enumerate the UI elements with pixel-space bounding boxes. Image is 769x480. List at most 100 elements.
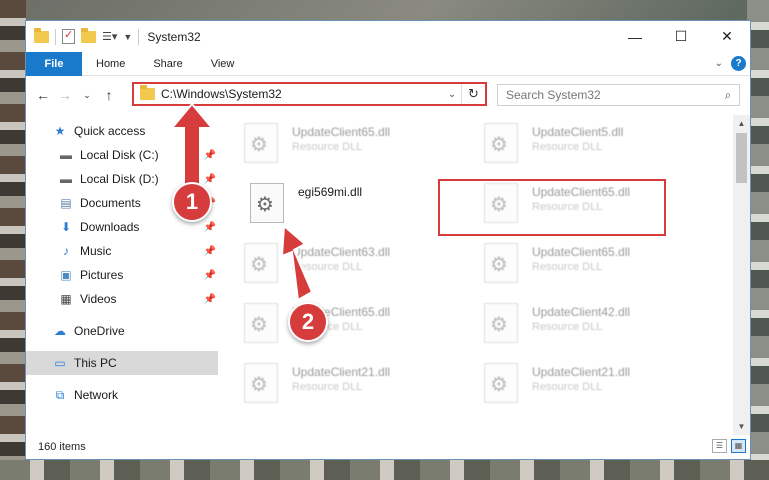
sidebar-item-quick-access[interactable]: ★ Quick access [26, 119, 220, 143]
sidebar-item-label: Music [80, 244, 112, 258]
sidebar-item-label: Videos [80, 292, 117, 306]
view-toggle: ☰ ▦ [712, 439, 746, 453]
file-name: egi569mi.dll [298, 185, 363, 199]
window-controls: — ☐ ✕ [612, 21, 750, 52]
file-item[interactable]: UpdateClient65.dll Resource DLL [484, 243, 704, 293]
computer-icon: ▭ [54, 356, 66, 370]
expand-ribbon-icon[interactable]: ⌄ [715, 58, 723, 69]
file-type: Resource DLL [532, 321, 603, 333]
sidebar-item-label: Local Disk (D:) [80, 172, 159, 186]
file-list: UpdateClient65.dll Resource DLL UpdateCli… [220, 115, 750, 435]
file-type: Resource DLL [292, 261, 363, 273]
sidebar-item-onedrive[interactable]: ☁ OneDrive [26, 319, 220, 343]
customize-toolbar-icon[interactable]: ☰▾ [102, 30, 117, 43]
divider [55, 28, 56, 45]
sidebar-item-label: Downloads [80, 220, 140, 234]
sidebar-item-this-pc[interactable]: ▭ This PC [26, 351, 218, 375]
videos-icon: ▦ [60, 292, 72, 306]
file-item[interactable]: UpdateClient65.dllResource DLL [244, 123, 464, 173]
title-bar: ☰▾ ▼ System32 — ☐ ✕ [26, 21, 750, 52]
sidebar-item-pictures[interactable]: ▣ Pictures 📌 [26, 263, 220, 287]
address-bar[interactable]: C:\Windows\System32 ⌄ ↻ [132, 82, 487, 106]
drive-icon: ▬ [60, 172, 72, 186]
file-item[interactable]: UpdateClient21.dll Resource DLL [484, 363, 704, 413]
sidebar-item-label: Documents [80, 196, 141, 210]
cloud-icon: ☁ [54, 324, 66, 338]
ribbon-right-controls: ⌄ ? [715, 56, 746, 71]
large-icons-view-icon[interactable]: ▦ [731, 439, 746, 453]
scroll-thumb[interactable] [736, 133, 747, 183]
dll-file-icon [250, 183, 284, 223]
desktop-background-left [0, 0, 26, 480]
file-name: UpdateClient65.dll [532, 245, 631, 259]
sidebar-item-videos[interactable]: ▦ Videos 📌 [26, 287, 220, 311]
up-arrow-icon[interactable]: ↑ [98, 87, 120, 103]
desktop-background-bottom [0, 460, 769, 480]
file-name: UpdateClient5.dll [532, 125, 624, 139]
dll-file-icon [244, 123, 278, 163]
window-title: System32 [147, 29, 201, 44]
file-name: UpdateClient21.dll [532, 365, 631, 379]
explorer-body: ★ Quick access ▬ Local Disk (C:) 📌 ▬ Loc… [26, 115, 750, 435]
pictures-icon: ▣ [60, 268, 72, 282]
quick-access-toolbar: ☰▾ ▼ [26, 21, 140, 52]
scroll-down-icon[interactable]: ▼ [733, 418, 750, 435]
item-count: 160 items [38, 441, 86, 453]
sidebar-item-label: Pictures [80, 268, 124, 282]
tab-share[interactable]: Share [139, 52, 196, 76]
address-path[interactable]: C:\Windows\System32 [161, 87, 443, 101]
file-name: UpdateClient21.dll [292, 365, 391, 379]
refresh-icon[interactable]: ↻ [461, 84, 485, 104]
file-type: Resource DLL [292, 141, 363, 153]
tab-view[interactable]: View [197, 52, 249, 76]
recent-locations-icon[interactable]: ⌄ [76, 90, 98, 101]
file-type: Resource DLL [292, 381, 363, 393]
close-button[interactable]: ✕ [704, 21, 750, 52]
search-box[interactable]: Search System32 ⌕ [497, 84, 740, 106]
file-item[interactable]: UpdateClient63.dll Resource DLL [244, 243, 464, 293]
tab-file[interactable]: File [26, 51, 82, 76]
search-icon[interactable]: ⌕ [717, 88, 739, 103]
pin-icon[interactable]: 📌 [204, 150, 216, 161]
toolbar-dropdown-icon[interactable]: ▼ [123, 32, 132, 42]
file-type: Resource DLL [532, 261, 603, 273]
back-arrow-icon[interactable]: ← [32, 87, 54, 103]
pin-icon[interactable]: 📌 [204, 246, 216, 257]
sidebar-item-music[interactable]: ♪ Music 📌 [26, 239, 220, 263]
pin-icon[interactable]: 📌 [204, 270, 216, 281]
file-item-egi569mi[interactable]: egi569mi.dll [250, 183, 470, 233]
file-highlight-box [438, 179, 666, 236]
properties-icon[interactable] [62, 28, 75, 44]
chevron-down-icon[interactable]: ⌄ [443, 89, 461, 100]
sidebar-item-network[interactable]: ⧉ Network [26, 383, 220, 407]
forward-arrow-icon[interactable]: → [54, 87, 76, 103]
sidebar-item-label: This PC [74, 356, 117, 370]
folder-icon [140, 85, 155, 100]
maximize-button[interactable]: ☐ [658, 21, 704, 52]
status-bar: 160 items ☰ ▦ [26, 435, 750, 459]
dll-file-icon [484, 123, 518, 163]
search-input[interactable]: Search System32 [498, 88, 717, 102]
dll-file-icon [244, 303, 278, 343]
file-explorer-window: ☰▾ ▼ System32 — ☐ ✕ File Home Share View… [25, 20, 751, 460]
details-view-icon[interactable]: ☰ [712, 439, 727, 453]
vertical-scrollbar[interactable]: ▲ ▼ [733, 115, 750, 435]
file-item[interactable]: UpdateClient5.dll Resource DLL [484, 123, 704, 173]
scroll-up-icon[interactable]: ▲ [733, 115, 750, 132]
new-folder-icon[interactable] [81, 27, 96, 43]
pin-icon[interactable]: 📌 [204, 222, 216, 233]
star-icon: ★ [54, 124, 66, 138]
file-item[interactable]: UpdateClient21.dll Resource DLL [244, 363, 464, 413]
file-item[interactable]: UpdateClient65.dllResource DLL [244, 303, 464, 353]
pin-icon[interactable]: 📌 [204, 174, 216, 185]
dll-file-icon [484, 303, 518, 343]
file-name: UpdateClient63.dll [292, 245, 391, 259]
tab-home[interactable]: Home [82, 52, 139, 76]
pin-icon[interactable]: 📌 [204, 294, 216, 305]
file-item[interactable]: UpdateClient42.dll Resource DLL [484, 303, 704, 353]
sidebar-item-local-disk-c[interactable]: ▬ Local Disk (C:) 📌 [26, 143, 220, 167]
navigation-pane: ★ Quick access ▬ Local Disk (C:) 📌 ▬ Loc… [26, 115, 220, 435]
minimize-button[interactable]: — [612, 21, 658, 52]
network-icon: ⧉ [55, 387, 65, 402]
help-icon[interactable]: ? [731, 56, 746, 71]
